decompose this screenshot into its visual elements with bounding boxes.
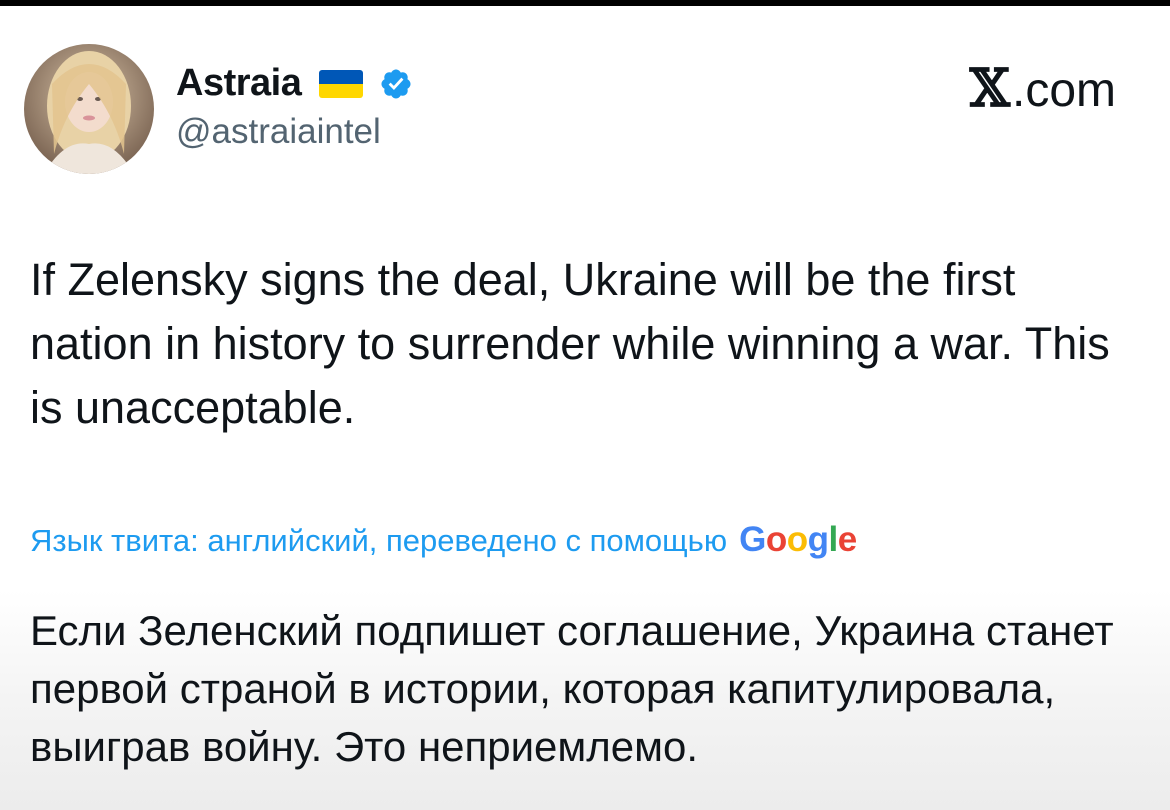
avatar[interactable] bbox=[24, 44, 154, 174]
author-handle[interactable]: @astraiaintel bbox=[176, 112, 381, 152]
translation-note-text: Язык твита: английский, переведено с пом… bbox=[30, 523, 728, 558]
author-display-name[interactable]: Astraia bbox=[176, 62, 302, 105]
google-letter: g bbox=[807, 520, 829, 559]
author-name-row: Astraia bbox=[176, 62, 413, 105]
verified-badge-icon bbox=[379, 67, 413, 101]
translation-note[interactable]: Язык твита: английский, переведено с пом… bbox=[30, 520, 857, 560]
tweet-screenshot: Astraia @astraiaintel 𝕏 . com If Zelensky… bbox=[0, 0, 1170, 810]
translated-tweet-text: Если Зеленский подпишет соглашение, Укра… bbox=[30, 607, 1114, 770]
google-letter: G bbox=[739, 520, 766, 559]
google-letter: l bbox=[828, 520, 838, 559]
top-border bbox=[0, 0, 1170, 6]
site-domain: . bbox=[1011, 64, 1026, 117]
google-letter: o bbox=[786, 520, 808, 559]
site-domain-suffix: com bbox=[1025, 64, 1116, 117]
x-logo-icon: 𝕏 bbox=[969, 58, 1010, 119]
ukraine-flag-icon bbox=[319, 69, 364, 98]
google-letter: e bbox=[837, 520, 857, 559]
tweet-text: If Zelensky signs the deal, Ukraine will… bbox=[30, 254, 1110, 433]
google-logo: Google bbox=[739, 520, 857, 560]
google-letter: o bbox=[765, 520, 787, 559]
site-label: 𝕏 . com bbox=[970, 58, 1116, 119]
